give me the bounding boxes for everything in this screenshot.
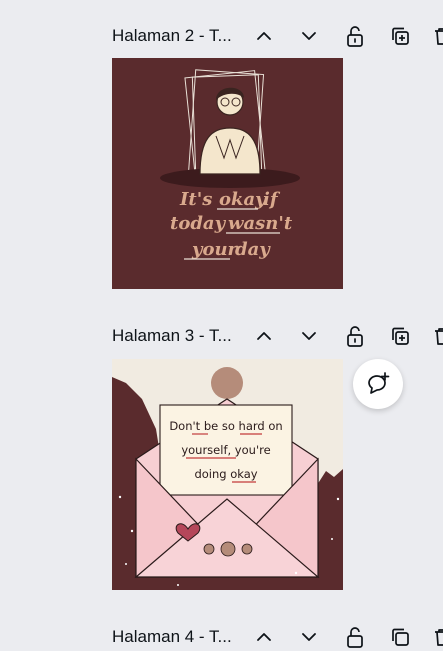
unlock-icon: [347, 26, 363, 47]
add-comment-button[interactable]: [353, 359, 403, 409]
move-page-down-button[interactable]: [295, 623, 323, 651]
quote-word-if: if: [263, 189, 281, 210]
letter-line-1: Don't be so hard on: [169, 419, 282, 433]
move-page-down-button[interactable]: [295, 322, 323, 350]
move-page-down-button[interactable]: [295, 22, 323, 50]
move-page-up-button[interactable]: [250, 623, 278, 651]
page-3-illustration: Don't be so hard on yourself, you're doi…: [112, 359, 343, 586]
trash-icon: [435, 629, 443, 646]
letter-line-2: yourself, you're: [181, 443, 270, 457]
chevron-down-icon: [302, 32, 316, 40]
lock-page-button[interactable]: [341, 22, 369, 50]
move-page-up-button[interactable]: [250, 322, 278, 350]
page-2-title[interactable]: Halaman 2 - T...: [112, 26, 242, 46]
page-2-illustration: It's okay if today wasn't your day: [160, 69, 300, 260]
lock-page-button[interactable]: [341, 623, 369, 651]
chevron-up-icon: [257, 633, 271, 641]
quote-word-okay: okay: [219, 189, 267, 210]
letter-line-3: doing okay: [194, 467, 257, 481]
quote-word-wasnt: wasn't: [228, 213, 293, 234]
chevron-down-icon: [302, 633, 316, 641]
unlock-icon: [347, 627, 363, 648]
duplicate-page-button[interactable]: [386, 623, 414, 651]
duplicate-icon: [392, 27, 409, 45]
quote-word-today: today: [170, 213, 227, 234]
lock-page-button[interactable]: [341, 322, 369, 350]
page-2-thumbnail[interactable]: It's okay if today wasn't your day: [112, 58, 343, 289]
duplicate-icon: [392, 628, 409, 646]
duplicate-page-button[interactable]: [386, 22, 414, 50]
delete-page-button[interactable]: [428, 22, 443, 50]
duplicate-icon: [392, 327, 409, 345]
trash-icon: [435, 328, 443, 345]
chevron-down-icon: [302, 332, 316, 340]
move-page-up-button[interactable]: [250, 22, 278, 50]
quote-word-your: your: [191, 239, 239, 260]
duplicate-page-button[interactable]: [386, 322, 414, 350]
quote-word-its: It's: [179, 189, 212, 210]
unlock-icon: [347, 326, 363, 347]
chevron-up-icon: [257, 32, 271, 40]
add-comment-icon: [368, 372, 390, 394]
trash-icon: [435, 28, 443, 45]
delete-page-button[interactable]: [428, 623, 443, 651]
page-4-title[interactable]: Halaman 4 - T...: [112, 627, 242, 647]
page-3-thumbnail[interactable]: Don't be so hard on yourself, you're doi…: [112, 359, 343, 590]
chevron-up-icon: [257, 332, 271, 340]
delete-page-button[interactable]: [428, 322, 443, 350]
page-3-title[interactable]: Halaman 3 - T...: [112, 326, 242, 346]
quote-word-day: day: [235, 239, 271, 260]
